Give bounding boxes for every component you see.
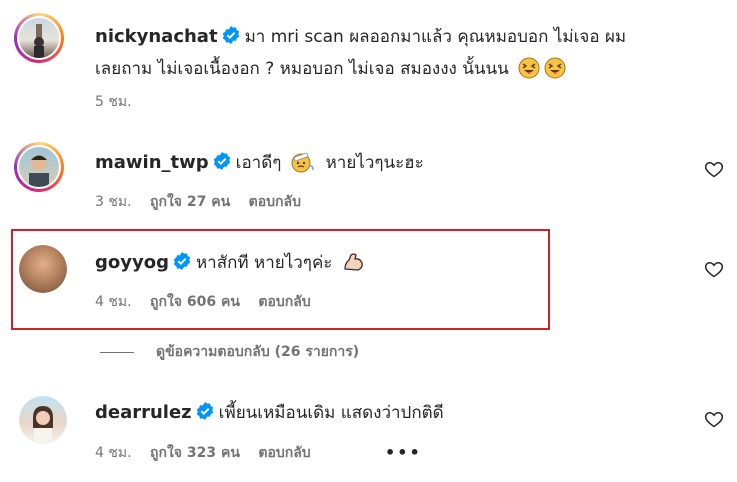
avatar[interactable]: [19, 245, 67, 293]
comment-text: เอาดีๆ: [235, 153, 282, 173]
comment-text-continued: หายไวๆนะฮะ: [325, 153, 424, 173]
username[interactable]: goyyog: [95, 252, 169, 273]
flexed-biceps-icon: [343, 253, 363, 271]
comment-time: 3 ชม.: [95, 194, 132, 210]
wounded-emoji-icon: [291, 152, 315, 173]
username[interactable]: mawin_twp: [95, 152, 209, 173]
avatar-photo: [34, 24, 44, 58]
view-replies-label: ดูข้อความตอบกลับ (26 รายการ): [156, 344, 360, 360]
likes-count[interactable]: ถูกใจ 323 คน: [150, 445, 240, 461]
username[interactable]: nickynachat: [95, 26, 218, 47]
heart-icon[interactable]: [704, 159, 724, 179]
comment-time: 4 ชม.: [95, 445, 132, 461]
replies-divider: [100, 351, 134, 353]
reply-button[interactable]: ตอบกลับ: [258, 294, 310, 310]
comment-time: 5 ชม.: [95, 94, 132, 110]
avatar[interactable]: [14, 142, 64, 192]
tongue-emoji-icon: [544, 57, 566, 79]
reply-button[interactable]: ตอบกลับ: [258, 445, 310, 461]
avatar-photo: [29, 155, 49, 187]
heart-icon[interactable]: [704, 259, 724, 279]
highlight-box: [11, 229, 550, 330]
comment-text: หาสักที หายไวๆค่ะ: [195, 253, 333, 273]
verified-badge-icon: [173, 252, 191, 270]
avatar[interactable]: [19, 396, 67, 444]
tongue-emoji-icon: [518, 57, 540, 79]
view-replies-button[interactable]: ดูข้อความตอบกลับ (26 รายการ): [100, 341, 359, 363]
verified-badge-icon: [196, 402, 213, 420]
likes-count[interactable]: ถูกใจ 606 คน: [150, 294, 240, 310]
heart-icon[interactable]: [704, 409, 724, 429]
likes-count[interactable]: ถูกใจ 27 คน: [150, 194, 230, 210]
avatar[interactable]: [14, 13, 64, 63]
verified-badge-icon: [213, 152, 230, 170]
reply-button[interactable]: ตอบกลับ: [249, 194, 301, 210]
comment-text: มา mri scan ผลออกมาแล้ว คุณหมอบอก ไม่เจอ…: [244, 27, 627, 47]
comment-time: 4 ชม.: [95, 294, 132, 310]
more-options-icon[interactable]: •••: [385, 443, 422, 462]
comment-text: เพี้ยนเหมือนเดิม แสดงว่าปกติดี: [218, 403, 444, 423]
username[interactable]: dearrulez: [95, 402, 192, 423]
avatar-photo: [33, 406, 53, 444]
verified-badge-icon: [222, 26, 239, 44]
comment-text-continued: เลยถาม ไม่เจอเนื้องอก ? หมอบอก ไม่เจอ สม…: [95, 59, 509, 79]
